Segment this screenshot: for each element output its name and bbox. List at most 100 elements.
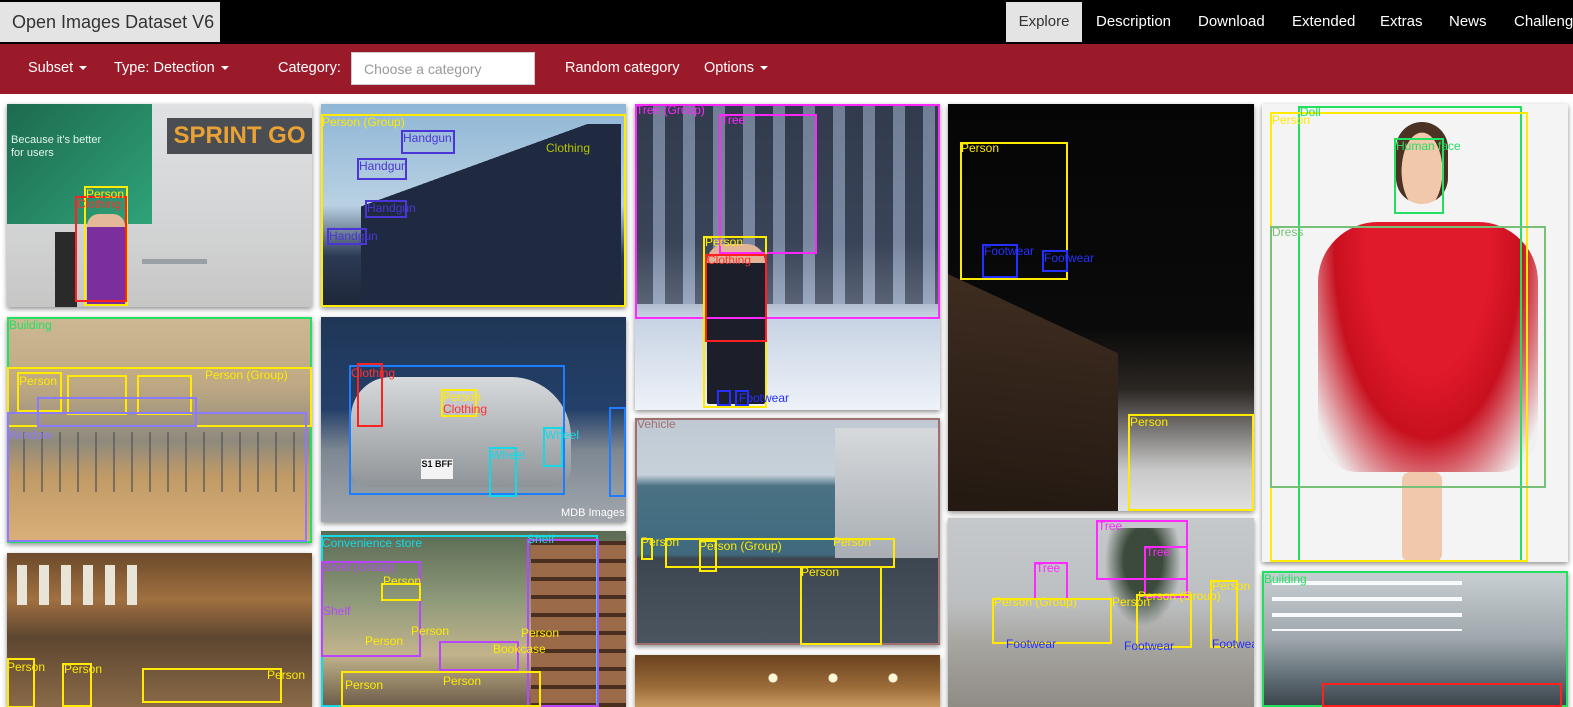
bbox-label: Handgun [329,229,378,243]
bbox-label: Person [961,141,1000,155]
banner-text: SPRINT GO [167,118,312,154]
bbox [1322,683,1562,707]
bbox-label: Clothing [707,253,752,267]
photo-podium [55,232,77,307]
bbox-label: Building [1264,572,1307,586]
bbox-label: Person [345,678,384,692]
bbox-label: Footwear [1044,251,1095,265]
screen-caption: Because it's better for users [11,134,102,159]
bbox-label: Person [1212,579,1251,593]
nav-tab-explore[interactable]: Explore [1006,2,1082,42]
bbox-label: Person (Group) [699,539,782,553]
nav-tab-description[interactable]: Description [1096,2,1171,42]
image-tile[interactable]: Building Person (Group) Person Window [7,317,312,543]
image-tile[interactable]: Doll Person Human face Dress [1262,104,1568,562]
bbox [705,254,767,342]
random-category-link[interactable]: Random category [565,44,679,94]
bbox-label: Person [801,565,840,579]
bbox [719,114,817,254]
bbox [717,390,731,406]
bbox-label: Person (Group) [322,115,405,129]
type-label: Type: Detection [114,60,215,76]
bbox-label: Vehicle [637,418,676,431]
bbox-label: Person (Group) [994,595,1077,609]
subset-label: Subset [28,60,74,76]
bbox-label: Person [641,535,680,549]
bbox-label: Clothing [546,141,591,155]
bbox-label: Shelf (Group) [323,560,396,574]
nav-tab-extended[interactable]: Extended [1292,2,1355,42]
bbox-label: Tree (Group) [636,104,705,117]
nav-tab-download[interactable]: Download [1198,2,1265,42]
bbox [635,418,940,645]
bbox-label: Footwear [739,391,790,405]
site-brand[interactable]: Open Images Dataset V6 [0,2,220,42]
bbox [7,412,307,542]
bbox-label: Tree [721,113,746,127]
top-navbar: Open Images Dataset V6 Explore Descripti… [0,0,1573,44]
bbox [142,668,282,703]
bbox-label: Clothing [351,366,396,380]
bbox-label: Wheel [491,448,526,462]
bbox-label: Person [411,624,450,638]
bbox-label: Person [1130,415,1169,429]
category-label: Category: [278,60,341,76]
bbox-label: Building [9,318,52,332]
bbox-label: Shelf [527,532,555,546]
bbox-label: Tree [1098,519,1123,533]
nav-tab-extras[interactable]: Extras [1380,2,1423,42]
photo-table [142,259,207,264]
bbox [609,407,626,497]
bbox-label: Human face [1396,139,1461,153]
photo-lamps [743,673,903,683]
caret-down-icon [220,66,229,71]
bbox-label: Person (Group) [1138,589,1221,603]
bbox-label: Wheel [545,428,580,442]
bbox-label: Person [64,662,103,676]
subset-dropdown[interactable]: Subset [28,44,88,94]
bbox-label: Person [705,235,744,249]
bbox-label: Person [7,660,46,674]
photo-windows [17,565,137,605]
watermark: MDB Images [561,507,625,519]
image-tile[interactable]: Convenience store Shelf Shelf (Group) Pe… [321,531,626,707]
bbox-label: Handgun [367,201,416,215]
bbox-label: Person [1272,113,1311,127]
options-dropdown[interactable]: Options [704,44,768,94]
bbox-label: Person [833,535,872,549]
image-tile[interactable]: Person Footwear Footwear Person [948,104,1254,511]
bbox-label: Person [365,634,404,648]
bbox-label: Window [9,428,52,442]
bbox-label: Bookcase [493,642,546,656]
image-tile[interactable]: Vehicle Person (Group) Person Person Per… [635,418,940,645]
bbox-label: Person [443,674,482,688]
image-tile[interactable]: Building [1262,571,1568,707]
bbox-label: Tree [1146,545,1171,559]
bbox-label: Person [383,574,422,588]
bbox-label: Person (Group) [205,368,288,382]
image-tile[interactable]: Person Person Person [7,553,312,707]
bbox-label: Clothing [77,197,122,211]
bbox-label: Footwear [1124,639,1175,653]
image-tile[interactable]: Tree Tree Tree Person (Group) Person Per… [948,518,1254,707]
image-tile[interactable] [635,655,940,707]
bbox-label: Convenience store [322,536,423,550]
bbox-label: Dress [1272,225,1304,239]
bbox-label: Footwear [1006,637,1057,651]
bbox-label: Shelf [323,604,351,618]
image-tile[interactable]: S1 BFF MDB Images Clothing Person Clothi… [321,317,626,522]
image-tile[interactable]: Because it's better for users SPRINT GO … [7,104,312,307]
filter-toolbar: Subset Type: Detection Category: Random … [0,44,1573,94]
caret-down-icon [759,66,768,71]
type-dropdown[interactable]: Type: Detection [114,44,229,94]
nav-tab-challenge[interactable]: Challeng [1514,2,1573,42]
image-tile[interactable]: Person (Group) Handgun Handgun Handgun H… [321,104,626,307]
bbox-label: Person [521,626,560,640]
options-label: Options [704,60,754,76]
image-tile[interactable]: Tree (Group) Tree Person Clothing Footwe… [635,104,940,410]
bbox-label: Tree [1036,561,1061,575]
nav-tab-news[interactable]: News [1449,2,1487,42]
bbox-label: Handgun [403,131,452,145]
bbox [75,196,127,302]
category-input[interactable] [351,52,535,85]
